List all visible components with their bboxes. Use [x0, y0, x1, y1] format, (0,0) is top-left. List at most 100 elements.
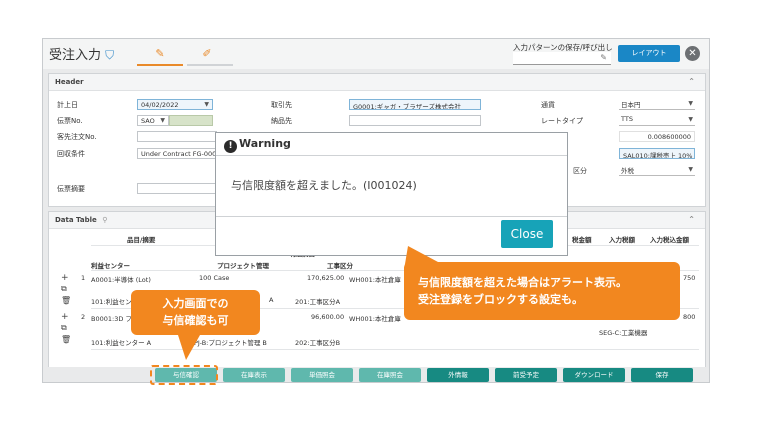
delivery-field[interactable] — [349, 115, 481, 126]
add-row-icon[interactable]: + — [61, 312, 69, 322]
post-date-field[interactable]: 04/02/2022 ▼ — [137, 99, 213, 110]
add-row-icon[interactable]: + — [61, 273, 69, 283]
row-warehouse[interactable]: WH001:本社倉庫 — [349, 313, 401, 323]
tax-code-field[interactable]: SAL010:課税売上 10% — [619, 148, 695, 159]
row-profit-center[interactable]: 101:利益センター A — [91, 337, 151, 347]
save-button[interactable]: 保存 — [631, 368, 693, 382]
pencil-icon[interactable]: ✎ — [600, 53, 607, 62]
rate-type-value: TTS — [621, 115, 633, 123]
warning-icon: ! — [224, 140, 237, 153]
section-value: 外税 — [621, 167, 634, 175]
layout-button[interactable]: レイアウト — [618, 45, 680, 62]
row-item[interactable]: A0001:半導体 (Lot) — [91, 274, 151, 284]
col-tax-amount: 税金額 — [572, 236, 592, 244]
currency-value: 日本円 — [621, 101, 641, 109]
page-title-text: 受注入力 — [49, 48, 102, 63]
chevron-down-icon: ▼ — [160, 117, 165, 124]
edit-tab-icon[interactable]: ✎ — [151, 47, 169, 63]
currency-select[interactable]: 日本円 ▼ — [619, 99, 695, 110]
close-button[interactable]: Close — [501, 220, 553, 248]
delete-row-icon[interactable]: 🗑 — [61, 296, 71, 305]
col-incl-amount: 入力税込金額 — [650, 236, 689, 244]
copy-row-icon[interactable]: ⧉ — [61, 323, 67, 333]
row-number: 2 — [81, 313, 86, 321]
col-item: 品目/摘要 — [127, 236, 156, 244]
voucher-summary-field[interactable] — [137, 183, 217, 194]
rate-type-label: レートタイプ — [541, 117, 583, 125]
input-pattern-field[interactable]: ✎ — [513, 52, 611, 65]
row-item[interactable]: B0001:3D フ — [91, 313, 132, 323]
col-incl-tax: 入力税額 — [609, 236, 635, 244]
unit-price-inquiry-button[interactable]: 単価照会 — [291, 368, 353, 382]
col-profit-center: 利益センター — [91, 262, 130, 270]
warning-dialog-header: ! Warning — [216, 133, 567, 156]
voucher-no-label: 伝票No. — [57, 117, 83, 125]
warning-dialog: ! Warning 与信限度額を超えました。(I001024) Close — [215, 132, 568, 256]
callout-credit-check: 入力画面での 与信確認も可 — [131, 290, 260, 335]
close-icon[interactable]: ✕ — [685, 46, 700, 61]
collection-terms-field[interactable]: Under Contract FG-000 — [137, 148, 217, 159]
attachment-tab-icon[interactable]: ✐ — [198, 47, 216, 63]
post-date-label: 計上日 — [57, 101, 78, 109]
row-number: 1 — [81, 274, 86, 282]
callout-line: 与信限度額を超えた場合はアラート表示。 — [418, 276, 627, 289]
rate-type-select[interactable]: TTS ▼ — [619, 115, 695, 126]
data-table-title-text: Data Table — [55, 216, 97, 224]
row-warehouse[interactable]: WH001:本社倉庫 — [349, 274, 401, 284]
forecast-button[interactable]: 前受予定 — [495, 368, 557, 382]
download-button[interactable]: ダウンロード — [563, 368, 625, 382]
post-date-value: 04/02/2022 — [141, 101, 179, 109]
row-segment: SEG-C:工業機器 — [599, 329, 648, 337]
row-amount[interactable]: 170,625.00 — [307, 274, 344, 282]
wrench-icon[interactable]: ⚲ — [102, 216, 107, 224]
voucher-no-number-field[interactable] — [169, 115, 213, 126]
row-qty[interactable]: 100 Case — [199, 274, 229, 282]
voucher-summary-label: 伝票摘要 — [57, 185, 85, 193]
voucher-no-field[interactable]: SAO ▼ — [137, 115, 169, 126]
row-work-section[interactable]: 201:工事区分A — [295, 296, 340, 306]
action-button-bar: 与信確認 在庫表示 単価照会 在庫照会 外情報 前受予定 ダウンロード 保存 — [43, 367, 709, 382]
chevron-down-icon: ▼ — [688, 116, 693, 123]
col-work-section: 工事区分 — [327, 262, 353, 270]
currency-label: 通貨 — [541, 101, 555, 109]
chevron-down-icon: ▼ — [688, 100, 693, 107]
callout-line: 受注登録をブロックする設定も。 — [418, 293, 583, 306]
callout-credit-alert: 与信限度額を超えた場合はアラート表示。 受注登録をブロックする設定も。 — [404, 262, 680, 320]
row-trailing-amount: 800 — [683, 313, 696, 321]
row-project[interactable]: A — [269, 296, 273, 304]
exchange-rate-field[interactable]: 0.008600000 — [619, 131, 695, 142]
section-label: 区分 — [573, 167, 587, 175]
collapse-chevron-icon[interactable]: ⌃ — [688, 77, 695, 86]
row-profit-center[interactable]: 101:利益セン — [91, 296, 132, 306]
active-tab-indicator — [137, 64, 183, 66]
tab-indicator — [187, 64, 233, 66]
top-bar: 受注入力 ⛉ ✎ ✐ 入力パターンの保存/呼び出し ✎ レイアウト ✕ — [43, 39, 709, 69]
warning-message: 与信限度額を超えました。(I001024) — [216, 156, 567, 217]
voucher-no-value: SAO — [141, 117, 155, 125]
chevron-down-icon: ▼ — [688, 166, 693, 173]
bookmark-icon[interactable]: ⛉ — [105, 48, 114, 62]
related-info-button[interactable]: 外情報 — [427, 368, 489, 382]
row-amount[interactable]: 96,600.00 — [311, 313, 344, 321]
customer-order-field[interactable] — [137, 131, 217, 142]
header-panel-title-text: Header — [55, 78, 84, 86]
row-work-section[interactable]: 202:工事区分B — [295, 337, 340, 347]
chevron-down-icon: ▼ — [204, 101, 209, 108]
row-divider — [91, 349, 699, 350]
stock-display-button[interactable]: 在庫表示 — [223, 368, 285, 382]
delete-row-icon[interactable]: 🗑 — [61, 335, 71, 344]
stock-inquiry-button[interactable]: 在庫照会 — [359, 368, 421, 382]
header-panel-title: Header ⌃ — [49, 74, 705, 91]
trade-partner-field[interactable]: G0001:ギャガ・ブラザーズ株式会社 — [349, 99, 481, 110]
collection-terms-label: 回収条件 — [57, 150, 85, 158]
customer-order-label: 客先注文No. — [57, 133, 97, 141]
credit-check-highlight — [150, 365, 218, 385]
callout-line: 与信確認も可 — [162, 314, 229, 327]
callout-line: 入力画面での — [162, 297, 229, 310]
page-title: 受注入力 ⛉ — [49, 44, 114, 63]
copy-row-icon[interactable]: ⧉ — [61, 284, 67, 294]
row-project[interactable]: PJ-B:プロジェクト管理 B — [194, 337, 267, 347]
warning-title: Warning — [239, 137, 291, 150]
collapse-chevron-icon[interactable]: ⌃ — [688, 215, 695, 224]
section-select[interactable]: 外税 ▼ — [619, 165, 695, 176]
